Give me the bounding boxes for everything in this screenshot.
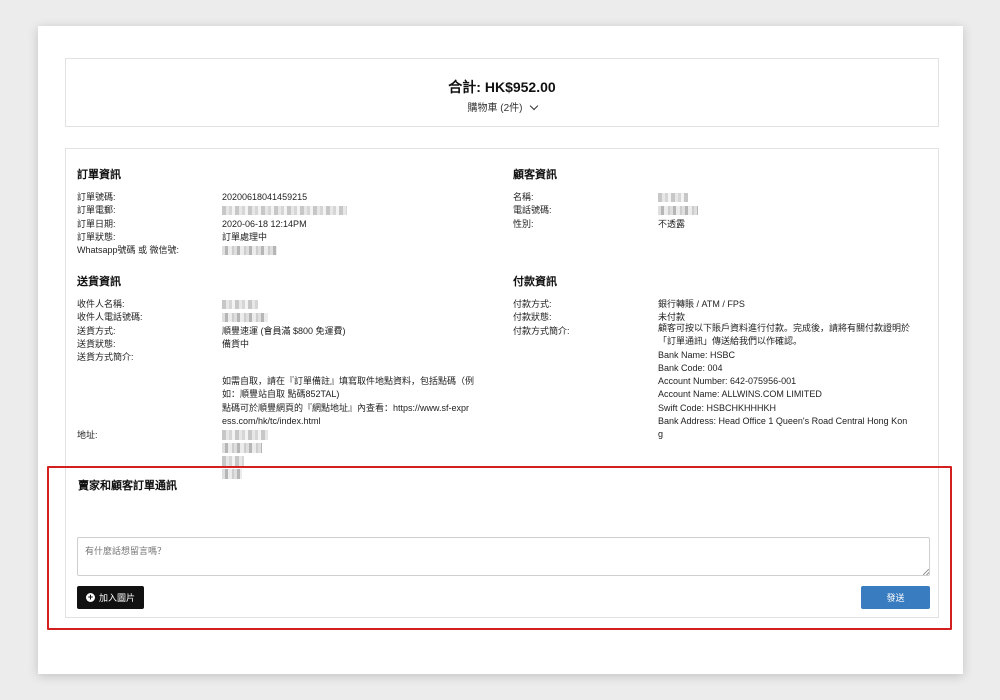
customer-phone-row: 電話號碼: <box>513 204 933 217</box>
delivery-description-line: 如：順豐站自取 點碼852TAL) <box>222 389 340 400</box>
payment-status-label: 付款狀態: <box>513 312 552 323</box>
customer-gender-row: 性別: 不透露 <box>513 218 933 231</box>
message-input[interactable] <box>77 537 930 576</box>
chevron-down-icon <box>529 101 538 111</box>
order-status-row: 訂單狀態: 訂單處理中 <box>77 231 497 244</box>
order-email-label: 訂單電郵: <box>77 205 116 216</box>
delivery-method-value: 順豐速運 (會員滿 $800 免運費) <box>222 325 346 336</box>
order-messages-section: 賣家和顧客訂單通訊 + 加入圖片 發送 <box>47 466 952 630</box>
payment-info-title: 付款資訊 <box>513 276 557 288</box>
swift-code-line: Swift Code: HSBCHKHHHKH <box>658 402 777 413</box>
account-number-line: Account Number: 642-075956-001 <box>658 376 797 387</box>
bank-address-line: g <box>658 429 664 440</box>
payment-description-line: 「訂單通訊」傳送給我們以作確認。 <box>658 336 803 347</box>
customer-name-row: 名稱: <box>513 191 933 204</box>
customer-name-value <box>658 191 688 204</box>
account-name-line: Account Name: ALLWINS.COM LIMITED <box>658 389 822 400</box>
payment-method-value: 銀行轉賬 / ATM / FPS <box>658 299 745 309</box>
address-row: 地址: <box>77 429 507 442</box>
customer-info-title: 顧客資訊 <box>513 169 557 181</box>
order-date-value: 2020-06-18 12:14PM <box>222 218 307 229</box>
order-info-title: 訂單資訊 <box>77 169 121 181</box>
plus-circle-icon: + <box>85 592 95 602</box>
delivery-status-row: 送貨狀態: 備貨中 <box>77 338 507 351</box>
order-messages-title: 賣家和顧客訂單通訊 <box>78 480 177 492</box>
customer-gender-value: 不透露 <box>658 218 686 229</box>
payment-description-value: 顧客可按以下賬戶資料進行付款。完成後，請將有關付款證明於 「訂單通訊」傳送給我們… <box>658 322 910 442</box>
recipient-phone-row: 收件人電話號碼: <box>77 311 507 324</box>
customer-phone-value <box>658 204 698 217</box>
customer-name-label: 名稱: <box>513 192 534 202</box>
order-number-row: 訂單號碼: 20200618041459215 <box>77 191 497 204</box>
payment-description-line: 顧客可按以下賬戶資料進行付款。完成後，請將有關付款證明於 <box>658 323 911 333</box>
order-status-label: 訂單狀態: <box>77 231 116 242</box>
customer-info-section: 顧客資訊 名稱: 電話號碼: 性別: 不透露 <box>513 166 933 231</box>
cart-label: 購物車 (2件) <box>467 103 523 114</box>
delivery-description-row: 送貨方式簡介: <box>77 351 507 364</box>
whatsapp-label: Whatsapp號碼 或 微信號: <box>77 245 180 256</box>
recipient-name-value <box>222 298 258 311</box>
order-email-value <box>222 204 347 217</box>
send-button[interactable]: 發送 <box>861 586 930 609</box>
payment-method-label: 付款方式: <box>513 299 552 309</box>
order-summary: 合計: HK$952.00 購物車 (2件) <box>65 58 939 127</box>
delivery-status-value: 備貨中 <box>222 338 250 349</box>
delivery-description-value: 如需自取，請在『訂單備註』填寫取件地點資料，包括點碼（例 如：順豐站自取 點碼8… <box>222 375 474 428</box>
recipient-name-label: 收件人名稱: <box>77 299 125 309</box>
order-date-label: 訂單日期: <box>77 218 116 229</box>
delivery-info-title: 送貨資訊 <box>77 276 121 288</box>
order-status-value: 訂單處理中 <box>222 231 268 242</box>
customer-gender-label: 性別: <box>513 218 534 229</box>
whatsapp-value <box>222 244 277 257</box>
address-label: 地址: <box>77 430 98 440</box>
recipient-phone-value <box>222 311 268 324</box>
delivery-method-label: 送貨方式: <box>77 325 116 336</box>
customer-phone-label: 電話號碼: <box>513 205 552 216</box>
recipient-name-row: 收件人名稱: <box>77 298 507 311</box>
add-image-button[interactable]: + 加入圖片 <box>77 586 144 609</box>
order-date-row: 訂單日期: 2020-06-18 12:14PM <box>77 218 497 231</box>
bank-address-line: Bank Address: Head Office 1 Queen's Road… <box>658 416 908 427</box>
delivery-description-line: 如需自取，請在『訂單備註』填寫取件地點資料，包括點碼（例 <box>222 376 475 386</box>
order-info-section: 訂單資訊 訂單號碼: 20200618041459215 訂單電郵: 訂單日期:… <box>77 166 497 257</box>
delivery-method-row: 送貨方式: 順豐速運 (會員滿 $800 免運費) <box>77 325 507 338</box>
delivery-description-label: 送貨方式簡介: <box>77 352 134 363</box>
payment-info-section: 付款資訊 付款方式: 銀行轉賬 / ATM / FPS 付款狀態: 未付款 付款… <box>513 273 933 439</box>
order-email-row: 訂單電郵: <box>77 204 497 217</box>
order-total: 合計: HK$952.00 <box>448 79 556 95</box>
cart-toggle[interactable]: 購物車 (2件) <box>66 99 938 114</box>
payment-method-row: 付款方式: 銀行轉賬 / ATM / FPS <box>513 298 933 311</box>
delivery-status-label: 送貨狀態: <box>77 338 116 349</box>
bank-name-line: Bank Name: HSBC <box>658 349 736 360</box>
whatsapp-row: Whatsapp號碼 或 微信號: <box>77 244 497 257</box>
order-number-value: 20200618041459215 <box>222 192 308 202</box>
bank-code-line: Bank Code: 004 <box>658 362 723 373</box>
payment-description-label: 付款方式簡介: <box>513 325 570 336</box>
delivery-description-line: 點碼可於順豐網頁的『網點地址』內查看：https://www.sf-expr <box>222 402 470 413</box>
order-number-label: 訂單號碼: <box>77 192 116 202</box>
add-image-label: 加入圖片 <box>98 593 135 603</box>
delivery-info-section: 送貨資訊 收件人名稱: 收件人電話號碼: 送貨方式: 順豐速運 (會員滿 $80… <box>77 273 507 479</box>
delivery-description-line: ess.com/hk/tc/index.html <box>222 415 321 426</box>
recipient-phone-label: 收件人電話號碼: <box>77 312 143 323</box>
